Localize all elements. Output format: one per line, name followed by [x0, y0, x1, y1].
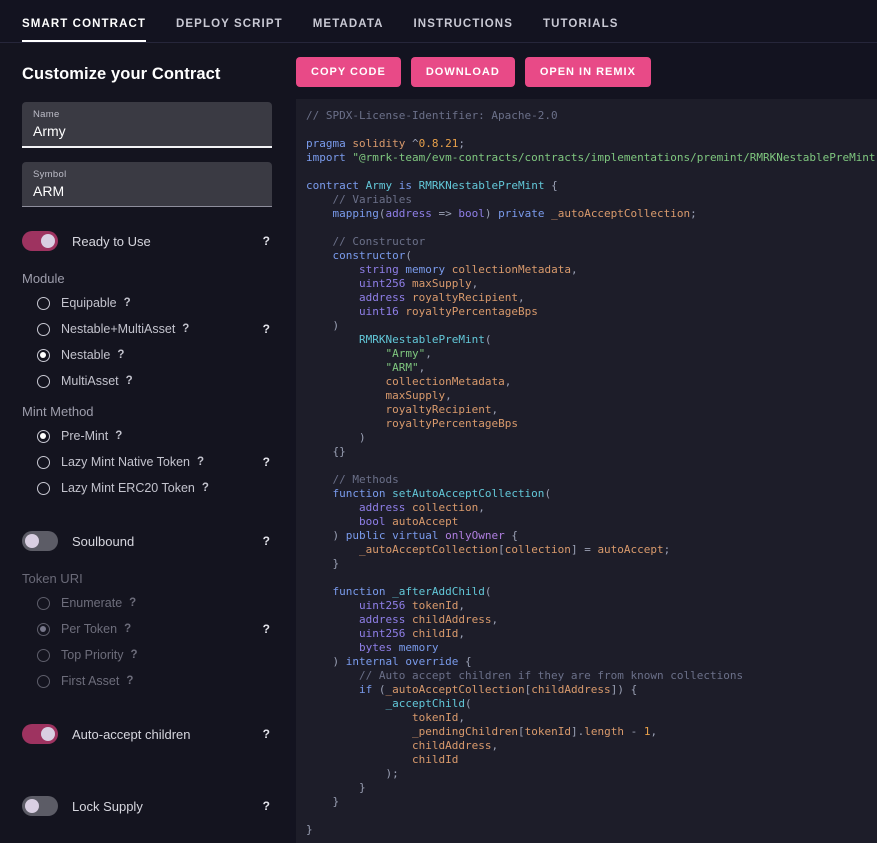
code-viewer[interactable]: // SPDX-License-Identifier: Apache-2.0 p…: [296, 99, 877, 843]
nestable-multiasset-help-icon[interactable]: ?: [182, 323, 189, 335]
toggle-knob: [25, 799, 39, 813]
code-toolbar: COPY CODE DOWNLOAD OPEN IN REMIX: [296, 43, 877, 99]
soulbound-help-icon[interactable]: ?: [263, 534, 270, 548]
soulbound-row: Soulbound ?: [22, 521, 272, 561]
tab-deploy-script[interactable]: DEPLOY SCRIPT: [176, 18, 301, 42]
copy-code-button[interactable]: COPY CODE: [296, 57, 401, 87]
radio-icon: [37, 675, 50, 688]
auto-accept-children-help-icon[interactable]: ?: [263, 727, 270, 741]
ready-to-use-toggle[interactable]: [22, 231, 58, 251]
radio-label: Equipable: [61, 296, 117, 310]
radio-label: Pre-Mint: [61, 429, 108, 443]
token-uri-option-first-asset: First Asset ?: [22, 668, 272, 694]
soulbound-label: Soulbound: [72, 534, 134, 549]
mint-method-option-lazy-mint-native[interactable]: Lazy Mint Native Token ? ?: [22, 449, 272, 475]
per-token-help-icon[interactable]: ?: [124, 623, 131, 635]
mint-method-group-help-icon[interactable]: ?: [263, 455, 270, 469]
lock-supply-toggle[interactable]: [22, 796, 58, 816]
radio-icon: [37, 597, 50, 610]
lock-supply-help-icon[interactable]: ?: [263, 799, 270, 813]
toggle-knob: [41, 727, 55, 741]
radio-icon: [37, 623, 50, 636]
radio-icon: [37, 297, 50, 310]
radio-icon: [37, 482, 50, 495]
code-pane: COPY CODE DOWNLOAD OPEN IN REMIX // SPDX…: [290, 43, 877, 843]
mint-method-group-title: Mint Method: [22, 404, 272, 419]
radio-icon: [37, 375, 50, 388]
name-field-label: Name: [33, 109, 261, 120]
pre-mint-help-icon[interactable]: ?: [115, 430, 122, 442]
radio-icon: [37, 456, 50, 469]
tab-smart-contract[interactable]: SMART CONTRACT: [22, 18, 164, 42]
radio-icon: [37, 323, 50, 336]
name-input[interactable]: Army: [33, 122, 261, 141]
tab-label: SMART CONTRACT: [22, 18, 146, 30]
radio-icon: [37, 430, 50, 443]
radio-label: MultiAsset: [61, 374, 119, 388]
page-title: Customize your Contract: [22, 65, 272, 84]
radio-icon: [37, 649, 50, 662]
auto-accept-children-row: Auto-accept children ?: [22, 714, 272, 754]
module-option-multiasset[interactable]: MultiAsset ?: [22, 368, 272, 394]
lazy-mint-erc20-help-icon[interactable]: ?: [202, 482, 209, 494]
radio-label: First Asset: [61, 674, 119, 688]
radio-label: Per Token: [61, 622, 117, 636]
tab-tutorials[interactable]: TUTORIALS: [543, 18, 637, 42]
symbol-field[interactable]: Symbol ARM: [22, 162, 272, 207]
token-uri-option-top-priority: Top Priority ?: [22, 642, 272, 668]
radio-label: Lazy Mint Native Token: [61, 455, 190, 469]
toggle-knob: [41, 234, 55, 248]
radio-label: Nestable+MultiAsset: [61, 322, 175, 336]
module-option-equipable[interactable]: Equipable ?: [22, 290, 272, 316]
module-group-help-icon[interactable]: ?: [263, 322, 270, 336]
mint-method-option-pre-mint[interactable]: Pre-Mint ?: [22, 423, 272, 449]
solidity-source: // SPDX-License-Identifier: Apache-2.0 p…: [306, 109, 877, 837]
lock-supply-label: Lock Supply: [72, 799, 143, 814]
token-uri-option-per-token: Per Token ? ?: [22, 616, 272, 642]
ready-to-use-row: Ready to Use ?: [22, 221, 272, 261]
lock-supply-row: Lock Supply ?: [22, 786, 272, 826]
name-field[interactable]: Name Army: [22, 102, 272, 148]
radio-label: Nestable: [61, 348, 110, 362]
download-button[interactable]: DOWNLOAD: [411, 57, 515, 87]
lazy-mint-native-help-icon[interactable]: ?: [197, 456, 204, 468]
symbol-field-label: Symbol: [33, 169, 261, 180]
toggle-knob: [25, 534, 39, 548]
tab-label: TUTORIALS: [543, 18, 619, 30]
nestable-help-icon[interactable]: ?: [117, 349, 124, 361]
auto-accept-children-toggle[interactable]: [22, 724, 58, 744]
token-uri-group-help-icon[interactable]: ?: [263, 622, 270, 636]
tab-bar: SMART CONTRACT DEPLOY SCRIPT METADATA IN…: [0, 0, 877, 43]
radio-label: Lazy Mint ERC20 Token: [61, 481, 195, 495]
mint-method-option-lazy-mint-erc20[interactable]: Lazy Mint ERC20 Token ?: [22, 475, 272, 501]
ready-to-use-label: Ready to Use: [72, 234, 151, 249]
soulbound-toggle[interactable]: [22, 531, 58, 551]
module-option-nestable-multiasset[interactable]: Nestable+MultiAsset ? ?: [22, 316, 272, 342]
top-priority-help-icon[interactable]: ?: [131, 649, 138, 661]
module-group-title: Module: [22, 271, 272, 286]
auto-accept-children-label: Auto-accept children: [72, 727, 191, 742]
radio-label: Top Priority: [61, 648, 124, 662]
radio-label: Enumerate: [61, 596, 122, 610]
symbol-input[interactable]: ARM: [33, 182, 261, 201]
tab-metadata[interactable]: METADATA: [313, 18, 402, 42]
multiasset-help-icon[interactable]: ?: [126, 375, 133, 387]
tab-label: DEPLOY SCRIPT: [176, 18, 283, 30]
main-layout: Customize your Contract Name Army Symbol…: [0, 43, 877, 843]
equipable-help-icon[interactable]: ?: [124, 297, 131, 309]
customize-sidebar: Customize your Contract Name Army Symbol…: [0, 43, 290, 843]
radio-icon: [37, 349, 50, 362]
tab-label: INSTRUCTIONS: [414, 18, 513, 30]
enumerate-help-icon[interactable]: ?: [129, 597, 136, 609]
tab-instructions[interactable]: INSTRUCTIONS: [414, 18, 531, 42]
token-uri-option-enumerate: Enumerate ?: [22, 590, 272, 616]
module-option-nestable[interactable]: Nestable ?: [22, 342, 272, 368]
token-uri-group-title: Token URI: [22, 571, 272, 586]
tab-label: METADATA: [313, 18, 384, 30]
open-in-remix-button[interactable]: OPEN IN REMIX: [525, 57, 651, 87]
first-asset-help-icon[interactable]: ?: [126, 675, 133, 687]
ready-to-use-help-icon[interactable]: ?: [263, 234, 270, 248]
